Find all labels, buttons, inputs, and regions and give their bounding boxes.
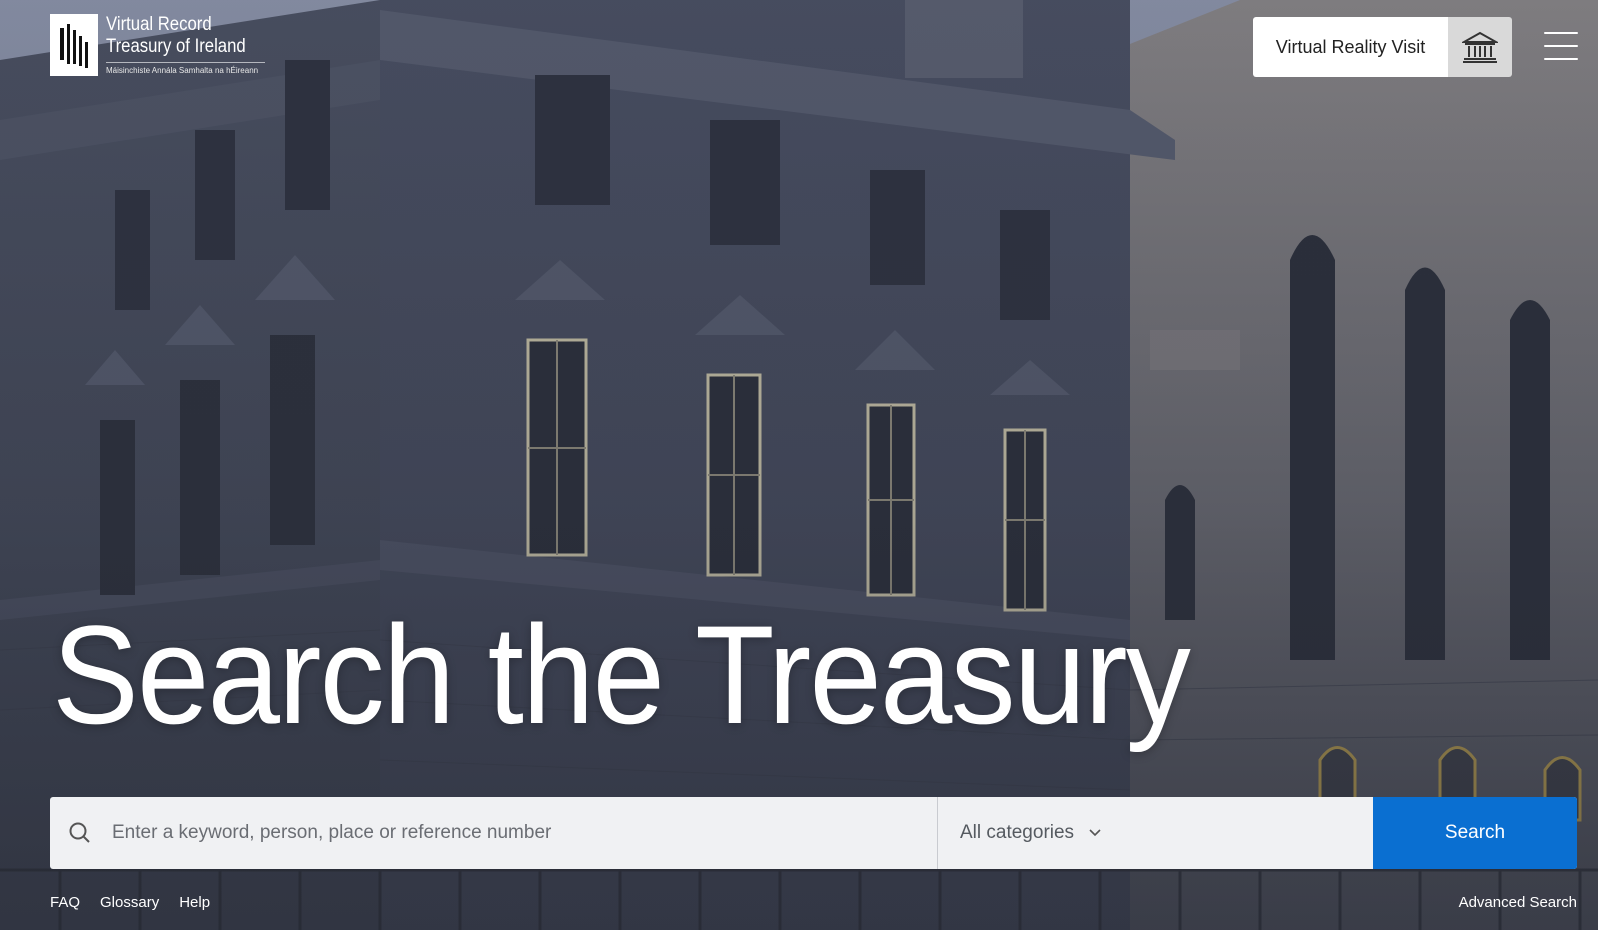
page: Virtual Record Treasury of Ireland Máisi… — [0, 0, 1598, 930]
hero-title: Search the Treasury — [52, 596, 1191, 753]
category-selected-value: All categories — [960, 822, 1075, 843]
logo-subtitle: Máisinchiste Annála Samhalta na hÉireann — [106, 62, 265, 75]
help-link[interactable]: Help — [179, 894, 210, 911]
category-dropdown[interactable]: All categories — [938, 797, 1373, 869]
chevron-down-icon — [1088, 822, 1102, 844]
virtual-reality-visit-button[interactable]: Virtual Reality Visit — [1253, 17, 1512, 77]
logo-text: Virtual Record Treasury of Ireland Máisi… — [106, 14, 265, 75]
site-logo[interactable]: Virtual Record Treasury of Ireland Máisi… — [50, 14, 265, 76]
logo-line-1: Virtual Record — [106, 14, 212, 35]
logo-mark-icon — [50, 14, 98, 76]
search-field[interactable] — [50, 797, 938, 869]
menu-bar — [1544, 58, 1578, 60]
logo-line-2: Treasury of Ireland — [106, 36, 246, 57]
search-button[interactable]: Search — [1373, 797, 1577, 869]
search-input[interactable] — [110, 812, 937, 854]
menu-bar — [1544, 32, 1578, 34]
advanced-search-link[interactable]: Advanced Search — [1459, 894, 1577, 911]
help-links: FAQ Glossary Help — [50, 894, 210, 911]
search-icon — [50, 821, 110, 845]
museum-building-icon — [1448, 17, 1512, 77]
menu-bar — [1544, 45, 1578, 47]
glossary-link[interactable]: Glossary — [100, 894, 159, 911]
hamburger-menu-icon[interactable] — [1544, 30, 1578, 62]
virtual-reality-visit-label: Virtual Reality Visit — [1253, 17, 1448, 77]
hero-dark-overlay — [0, 0, 1598, 930]
faq-link[interactable]: FAQ — [50, 894, 80, 911]
search-bar: All categories Search — [50, 797, 1577, 869]
